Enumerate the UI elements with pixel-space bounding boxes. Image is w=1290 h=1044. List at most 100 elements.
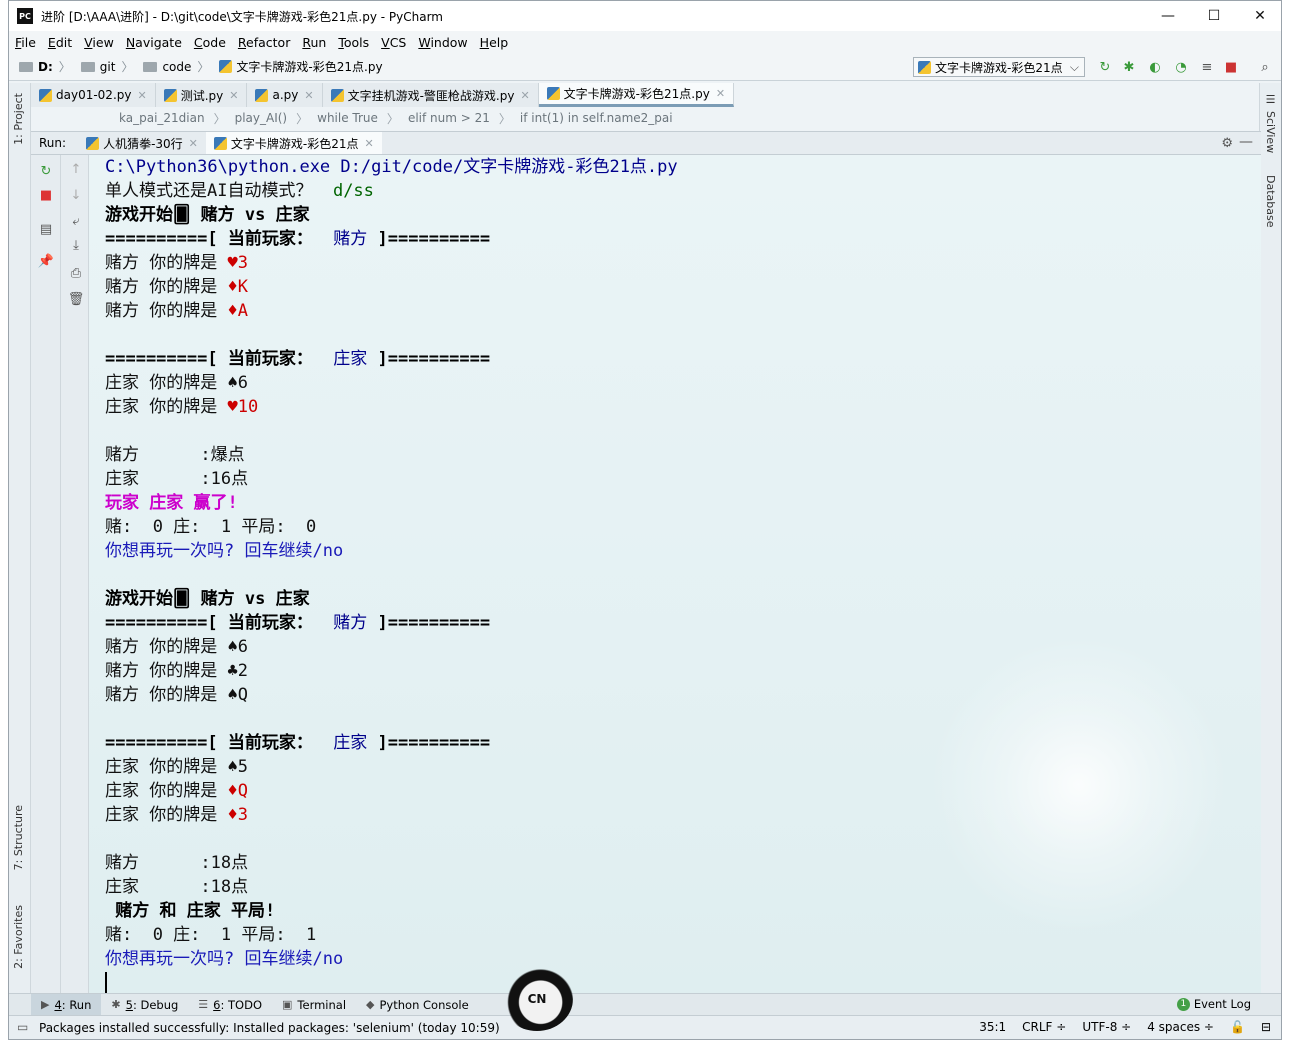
title-bar: PC 进阶 [D:\AAA\进阶] - D:\git\code\文字卡牌游戏-彩… bbox=[9, 1, 1281, 31]
minimize-button[interactable]: — bbox=[1145, 1, 1191, 31]
crumb-function[interactable]: play_AI() bbox=[235, 111, 288, 125]
tool-window-run[interactable]: ▶ 4: Run bbox=[31, 993, 102, 1016]
menu-run[interactable]: Run bbox=[296, 35, 332, 50]
run-tab-card-game[interactable]: 文字卡牌游戏-彩色21点 ✕ bbox=[205, 132, 382, 154]
arrow-down-icon[interactable]: ↓ bbox=[68, 187, 84, 203]
scroll-to-end-icon[interactable]: ⤓ bbox=[68, 237, 84, 253]
menu-window[interactable]: Window bbox=[412, 35, 473, 50]
python-file-icon bbox=[86, 136, 100, 150]
indent-setting[interactable]: 4 spaces ÷ bbox=[1147, 1020, 1214, 1034]
console-text: 游戏开始🂠 赌方 vs 庄家 bbox=[105, 205, 310, 225]
crumb-class[interactable]: ka_pai_21dian bbox=[119, 111, 205, 125]
run-panel-header: Run: 人机猜拳-30行 ✕ 文字卡牌游戏-彩色21点 ✕ ⚙ — bbox=[31, 131, 1261, 155]
event-log-button[interactable]: 1 Event Log bbox=[1176, 997, 1251, 1011]
console-text: 赌方 bbox=[333, 613, 368, 633]
git-branch-icon[interactable]: ⊟ bbox=[1261, 1020, 1271, 1034]
close-tab-icon[interactable]: ✕ bbox=[137, 89, 146, 102]
trash-icon[interactable]: 🗑 bbox=[68, 291, 85, 307]
status-message[interactable]: Packages installed successfully: Install… bbox=[39, 1021, 500, 1035]
menu-navigate[interactable]: Navigate bbox=[120, 35, 188, 50]
menu-view[interactable]: View bbox=[78, 35, 120, 50]
hide-panel-icon[interactable]: — bbox=[1239, 134, 1253, 150]
tool-window-todo[interactable]: ☰ 6: TODO bbox=[188, 994, 272, 1016]
crumb-while[interactable]: while True bbox=[317, 111, 378, 125]
close-tab-icon[interactable]: ✕ bbox=[229, 89, 238, 102]
tab-test[interactable]: 测试.py ✕ bbox=[155, 83, 248, 107]
close-tab-icon[interactable]: ✕ bbox=[365, 137, 374, 150]
menu-help[interactable]: Help bbox=[474, 35, 515, 50]
nav-crumb-drive[interactable]: D: 〉 bbox=[19, 58, 71, 75]
tab-day01-02[interactable]: day01-02.py ✕ bbox=[31, 83, 156, 107]
dandelion-background-image bbox=[929, 635, 1229, 935]
stop-icon[interactable]: ■ bbox=[1223, 59, 1239, 75]
soft-wrap-icon[interactable]: ⤶ bbox=[68, 213, 84, 229]
file-encoding[interactable]: UTF-8 ÷ bbox=[1082, 1020, 1131, 1034]
crumb-elif[interactable]: elif num > 21 bbox=[408, 111, 490, 125]
tool-window-debug[interactable]: ✱ 5: Debug bbox=[101, 994, 188, 1016]
search-icon[interactable]: ⌕ bbox=[1257, 59, 1273, 75]
structure-tool-button[interactable]: 7: Structure bbox=[12, 805, 25, 870]
close-window-button[interactable]: ✕ bbox=[1237, 1, 1283, 31]
console-text: 你想再玩一次吗? 回车继续/no bbox=[105, 541, 344, 561]
print-icon[interactable]: ⎙ bbox=[68, 265, 84, 281]
console-text: 赌方 bbox=[333, 229, 368, 249]
tab-shooting-game[interactable]: 文字挂机游戏-警匪枪战游戏.py ✕ bbox=[322, 83, 539, 107]
close-tab-icon[interactable]: ✕ bbox=[520, 89, 529, 102]
run-tab-rock-paper[interactable]: 人机猜拳-30行 ✕ bbox=[78, 132, 206, 154]
console-text: 庄家 你的牌是 bbox=[105, 397, 228, 417]
menu-edit[interactable]: Edit bbox=[42, 35, 78, 50]
run-configuration-select[interactable]: 文字卡牌游戏-彩色21点 ⌵ bbox=[913, 57, 1085, 77]
maximize-button[interactable]: ☐ bbox=[1191, 1, 1237, 31]
todo-icon: ☰ bbox=[198, 998, 209, 1011]
folder-icon bbox=[143, 61, 158, 72]
console-text: ♥10 bbox=[227, 397, 259, 417]
menu-tools[interactable]: Tools bbox=[332, 35, 375, 50]
nav-crumb-file[interactable]: 文字卡牌游戏-彩色21点.py bbox=[219, 58, 383, 75]
close-tab-icon[interactable]: ✕ bbox=[304, 89, 313, 102]
debug-icon[interactable]: ✱ bbox=[1121, 59, 1137, 75]
tab-card-game[interactable]: 文字卡牌游戏-彩色21点.py ✕ bbox=[538, 83, 735, 107]
project-tool-button[interactable]: 1: Project bbox=[12, 93, 25, 145]
build-icon[interactable]: ≡ bbox=[1199, 59, 1215, 75]
run-console[interactable]: C:\Python36\python.exe D:/git/code/文字卡牌游… bbox=[89, 155, 1261, 993]
editor-tabs: day01-02.py ✕ 测试.py ✕ a.py ✕ 文字挂机游戏-警匪枪战游戏.… bbox=[31, 83, 735, 107]
tool-window-terminal[interactable]: ▣ Terminal bbox=[272, 994, 356, 1016]
rerun-icon[interactable]: ↻ bbox=[1097, 59, 1113, 75]
line-separator[interactable]: CRLF ÷ bbox=[1022, 1020, 1066, 1034]
tab-a[interactable]: a.py ✕ bbox=[247, 83, 323, 107]
close-tab-icon[interactable]: ✕ bbox=[716, 87, 725, 100]
console-text: ==========[ 当前玩家： bbox=[105, 229, 334, 249]
caret-position[interactable]: 35:1 bbox=[979, 1020, 1006, 1034]
run-configuration-label: 文字卡牌游戏-彩色21点 bbox=[935, 60, 1063, 75]
rerun-icon[interactable]: ↻ bbox=[38, 163, 54, 179]
python-file-icon bbox=[330, 88, 344, 102]
stop-icon[interactable]: ■ bbox=[38, 187, 54, 203]
arrow-up-icon[interactable]: ↑ bbox=[68, 161, 84, 177]
console-line: 赌方 你的牌是 ♦K bbox=[105, 275, 678, 299]
menu-code[interactable]: Code bbox=[188, 35, 232, 50]
console-line: ==========[ 当前玩家： 赌方 ]========== bbox=[105, 227, 678, 251]
favorites-tool-button[interactable]: 2: Favorites bbox=[12, 905, 25, 969]
profile-icon[interactable]: ◔ bbox=[1173, 59, 1189, 75]
menu-vcs[interactable]: VCS bbox=[375, 35, 412, 50]
tool-window-python-console[interactable]: ◆ Python Console bbox=[356, 994, 479, 1016]
database-tool-button[interactable]: Database bbox=[1264, 175, 1277, 228]
nav-crumb-code[interactable]: code 〉 bbox=[143, 58, 209, 75]
layout-icon[interactable]: ▤ bbox=[38, 221, 54, 237]
crumb-if[interactable]: if int(1) in self.name2_pai bbox=[520, 111, 673, 125]
menu-refactor[interactable]: Refactor bbox=[232, 35, 296, 50]
menu-file[interactable]: File bbox=[9, 35, 42, 50]
console-text: 赌: 0 庄: 1 平局: 1 bbox=[105, 925, 317, 945]
close-tab-icon[interactable]: ✕ bbox=[189, 137, 198, 150]
run-coverage-icon[interactable]: ◐ bbox=[1147, 59, 1163, 75]
gear-icon[interactable]: ⚙ bbox=[1221, 136, 1233, 151]
left-tool-stripe: 1: Project 7: Structure 2: Favorites bbox=[9, 83, 31, 993]
console-input-line[interactable] bbox=[105, 971, 678, 993]
console-line: 你想再玩一次吗? 回车继续/no bbox=[105, 947, 678, 971]
lock-icon[interactable]: 🔓 bbox=[1230, 1020, 1245, 1034]
event-count-badge: 1 bbox=[1176, 997, 1190, 1011]
tool-windows-toggle-icon[interactable]: ▭ bbox=[17, 1020, 28, 1034]
nav-crumb-git[interactable]: git 〉 bbox=[80, 58, 133, 75]
pin-icon[interactable]: 📌 bbox=[38, 253, 54, 269]
sciview-tool-button[interactable]: SciView bbox=[1264, 111, 1277, 153]
